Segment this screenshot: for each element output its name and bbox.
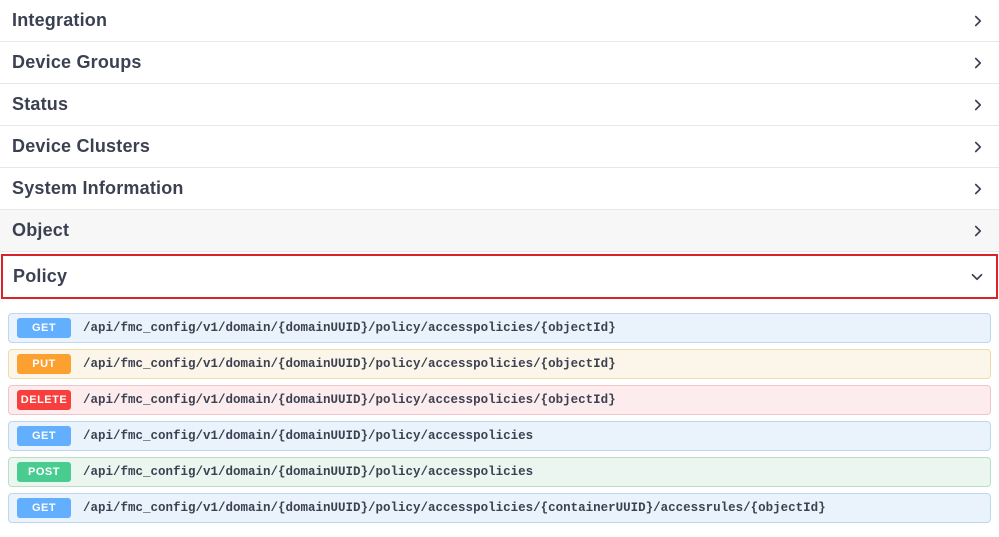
method-badge: GET — [17, 426, 71, 446]
endpoint-path: /api/fmc_config/v1/domain/{domainUUID}/p… — [83, 393, 616, 407]
section-status[interactable]: Status — [0, 84, 999, 126]
endpoint-path: /api/fmc_config/v1/domain/{domainUUID}/p… — [83, 465, 533, 479]
op-get-accesspolicies[interactable]: GET /api/fmc_config/v1/domain/{domainUUI… — [8, 421, 991, 451]
op-put-accesspolicy-by-id[interactable]: PUT /api/fmc_config/v1/domain/{domainUUI… — [8, 349, 991, 379]
op-get-accessrule-by-id[interactable]: GET /api/fmc_config/v1/domain/{domainUUI… — [8, 493, 991, 523]
section-title: Policy — [13, 266, 67, 287]
method-badge: POST — [17, 462, 71, 482]
chevron-down-icon — [968, 268, 986, 286]
section-policy[interactable]: Policy — [1, 254, 998, 299]
chevron-right-icon — [969, 138, 987, 156]
op-delete-accesspolicy-by-id[interactable]: DELETE /api/fmc_config/v1/domain/{domain… — [8, 385, 991, 415]
op-get-accesspolicy-by-id[interactable]: GET /api/fmc_config/v1/domain/{domainUUI… — [8, 313, 991, 343]
chevron-right-icon — [969, 222, 987, 240]
section-device-groups[interactable]: Device Groups — [0, 42, 999, 84]
method-badge: DELETE — [17, 390, 71, 410]
section-title: Status — [12, 94, 68, 115]
method-badge: PUT — [17, 354, 71, 374]
method-badge: GET — [17, 498, 71, 518]
section-integration[interactable]: Integration — [0, 0, 999, 42]
section-title: Device Clusters — [12, 136, 150, 157]
chevron-right-icon — [969, 96, 987, 114]
section-object[interactable]: Object — [0, 210, 999, 252]
chevron-right-icon — [969, 12, 987, 30]
op-post-accesspolicies[interactable]: POST /api/fmc_config/v1/domain/{domainUU… — [8, 457, 991, 487]
endpoint-path: /api/fmc_config/v1/domain/{domainUUID}/p… — [83, 429, 533, 443]
chevron-right-icon — [969, 180, 987, 198]
section-title: Object — [12, 220, 69, 241]
section-title: System Information — [12, 178, 184, 199]
policy-operations: GET /api/fmc_config/v1/domain/{domainUUI… — [0, 301, 999, 537]
endpoint-path: /api/fmc_config/v1/domain/{domainUUID}/p… — [83, 501, 826, 515]
section-title: Device Groups — [12, 52, 142, 73]
section-title: Integration — [12, 10, 107, 31]
section-device-clusters[interactable]: Device Clusters — [0, 126, 999, 168]
method-badge: GET — [17, 318, 71, 338]
section-system-information[interactable]: System Information — [0, 168, 999, 210]
endpoint-path: /api/fmc_config/v1/domain/{domainUUID}/p… — [83, 321, 616, 335]
endpoint-path: /api/fmc_config/v1/domain/{domainUUID}/p… — [83, 357, 616, 371]
chevron-right-icon — [969, 54, 987, 72]
